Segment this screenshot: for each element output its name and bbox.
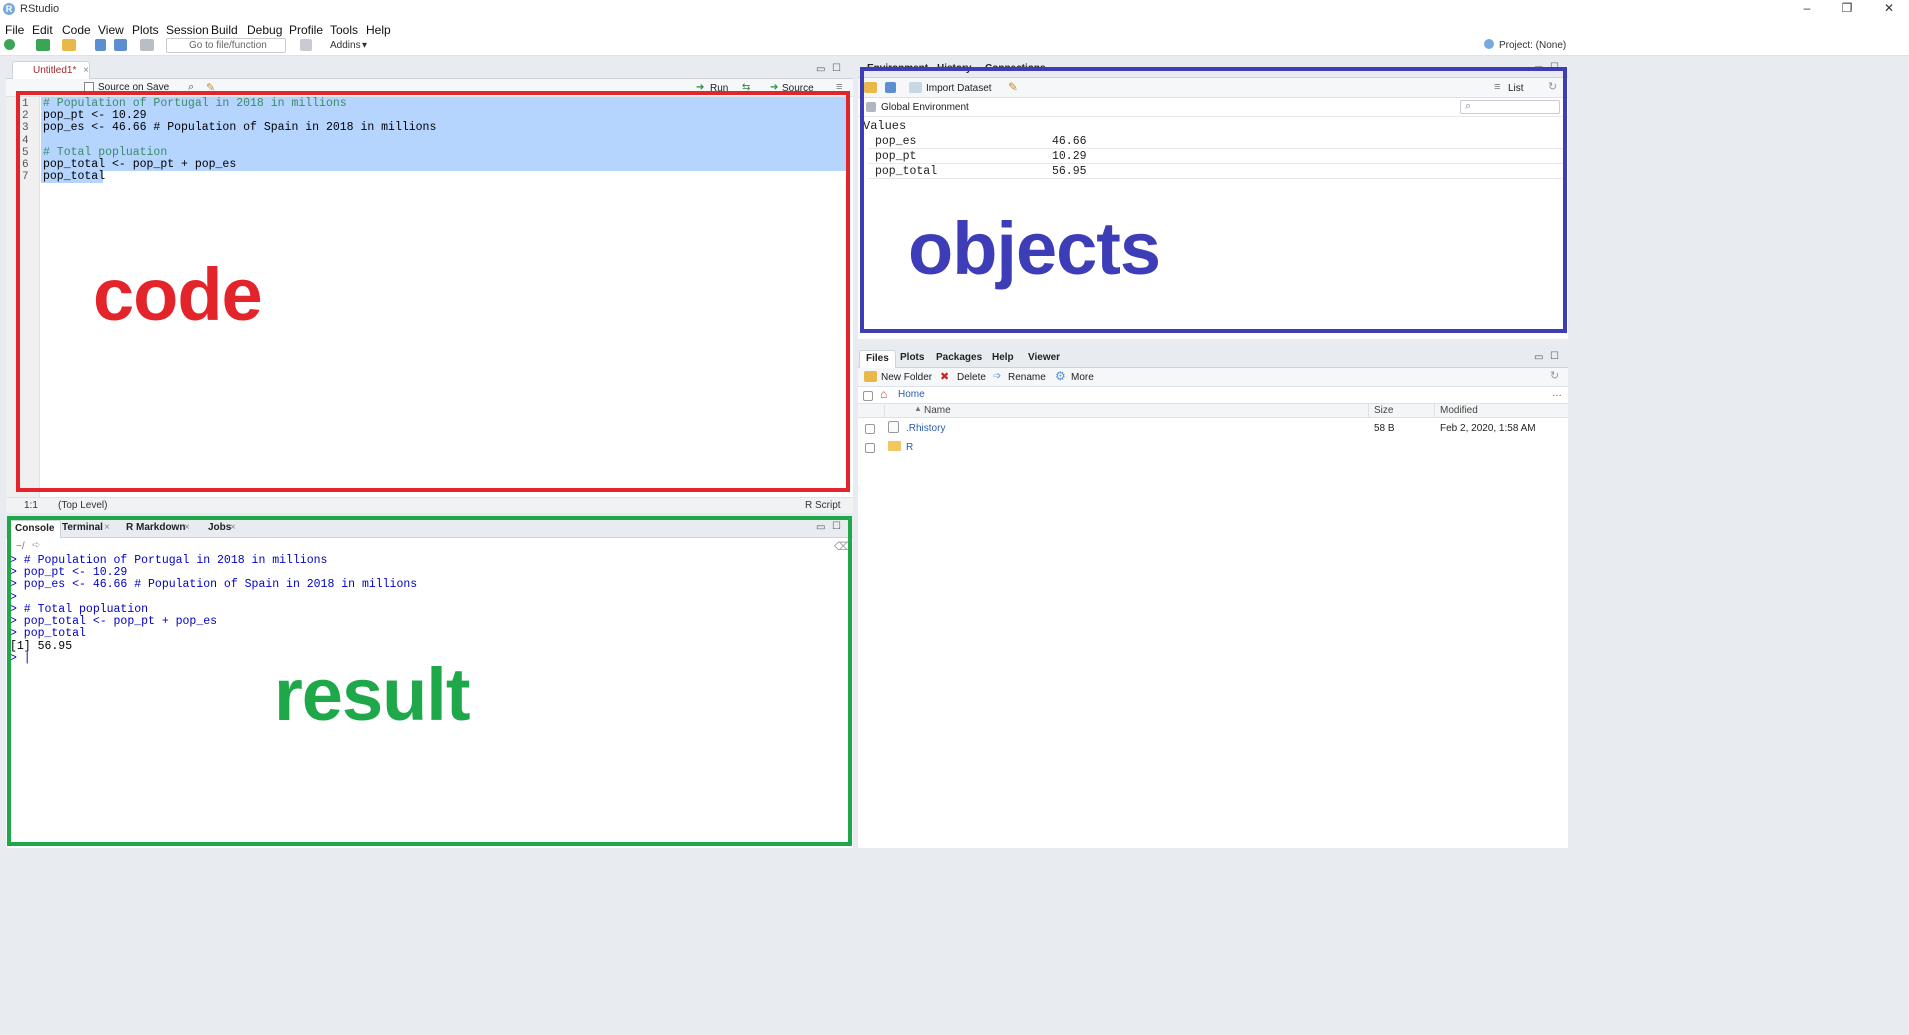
menu-view[interactable]: View [98,23,124,37]
project-menu[interactable]: Project: (None) [1499,40,1566,51]
grid-layout-icon[interactable] [300,39,312,51]
new-folder-button[interactable]: New Folder [881,372,932,383]
file-type-selector[interactable]: R Script [805,500,841,511]
print-icon[interactable] [140,39,154,51]
folder-icon [888,441,901,451]
more-gear-icon[interactable]: ⚙ [1055,369,1066,383]
close-window-button[interactable]: ✕ [1872,0,1906,18]
objects-annotation-box [860,67,1567,333]
file-row[interactable]: .Rhistory 58 B Feb 2, 2020, 1:58 AM [858,419,1568,438]
file-checkbox[interactable] [865,424,875,434]
maximize-pane-icon[interactable]: ☐ [832,63,841,74]
col-name-header[interactable]: Name [924,405,951,416]
breadcrumb: ⌂ Home … [858,387,1568,404]
select-all-checkbox[interactable] [863,391,873,401]
close-tab-icon[interactable]: × [83,65,89,76]
objects-annotation-label: objects [908,207,1161,290]
new-folder-icon[interactable] [864,371,877,382]
more-menu[interactable]: More [1071,372,1094,383]
tab-untitled1[interactable]: Untitled1* × [12,61,90,79]
file-name-link[interactable]: .Rhistory [906,423,945,434]
tab-packages[interactable]: Packages [930,350,988,368]
delete-button[interactable]: Delete [957,372,986,383]
r-file-icon [888,421,899,433]
cursor-position: 1:1 [24,500,38,511]
rename-icon[interactable]: ➩ [993,371,1001,382]
minimize-button[interactable]: – [1790,0,1824,18]
open-file-icon[interactable] [62,39,76,51]
new-file-icon[interactable] [4,39,15,50]
sort-ascending-icon: ▲ [914,404,922,413]
menu-help[interactable]: Help [366,23,391,37]
minimize-files-icon[interactable]: ▭ [1534,352,1543,363]
go-to-file-input[interactable]: Go to file/function [166,38,286,53]
editor-status-bar: 1:1 (Top Level) R Script [6,497,853,513]
addins-chevron-icon[interactable]: ▾ [362,40,367,51]
home-icon[interactable]: ⌂ [880,387,887,401]
col-modified-header[interactable]: Modified [1440,405,1478,416]
files-table-header: ▲ Name Size Modified [858,404,1568,418]
result-annotation-label: result [274,653,471,736]
restore-button[interactable]: ❐ [1830,0,1864,18]
menu-edit[interactable]: Edit [32,23,53,37]
files-list [858,418,1568,848]
title-bar: R RStudio – ❐ ✕ [0,0,1909,18]
menu-profile[interactable]: Profile [289,23,323,37]
col-size-header[interactable]: Size [1374,405,1393,416]
file-row[interactable]: R [858,438,1568,457]
menu-file[interactable]: File [5,23,24,37]
main-toolbar: Go to file/function Addins ▾ Project: (N… [0,36,1909,56]
tab-label: Untitled1* [33,65,77,76]
window-title: RStudio [20,3,60,15]
tab-plots[interactable]: Plots [894,350,930,368]
rename-button[interactable]: Rename [1008,372,1046,383]
addins-menu[interactable]: Addins [330,40,361,51]
menu-debug[interactable]: Debug [247,23,282,37]
refresh-files-icon[interactable]: ↻ [1550,369,1559,382]
menu-tools[interactable]: Tools [330,23,358,37]
menu-plots[interactable]: Plots [132,23,159,37]
files-tabbar: Files Plots Packages Help Viewer ▭ ☐ [858,348,1568,368]
menu-code[interactable]: Code [62,23,91,37]
folder-checkbox[interactable] [865,443,875,453]
menu-build[interactable]: Build [211,23,238,37]
tab-files[interactable]: Files [859,350,896,368]
menu-session[interactable]: Session [166,23,209,37]
scope-selector[interactable]: (Top Level) [58,500,107,511]
file-size: 58 B [1374,423,1395,434]
save-all-icon[interactable] [114,39,127,51]
maximize-files-icon[interactable]: ☐ [1550,351,1559,362]
tab-viewer[interactable]: Viewer [1022,350,1066,368]
minimize-pane-icon[interactable]: ▭ [816,64,825,75]
new-project-icon[interactable] [36,39,50,51]
breadcrumb-home[interactable]: Home [898,389,925,400]
save-icon[interactable] [95,39,106,51]
more-path-icon[interactable]: … [1552,388,1562,399]
code-annotation-label: code [93,253,263,336]
folder-name-link[interactable]: R [906,442,913,453]
editor-tabbar: Untitled1* × ▭ ☐ [6,60,853,79]
rstudio-logo-icon: R [3,3,15,15]
delete-icon[interactable]: ✖ [940,370,949,383]
tab-help[interactable]: Help [986,350,1020,368]
project-icon [1484,39,1494,49]
files-toolbar: New Folder ✖ Delete ➩ Rename ⚙ More ↻ [858,368,1568,387]
file-modified: Feb 2, 2020, 1:58 AM [1440,423,1536,434]
